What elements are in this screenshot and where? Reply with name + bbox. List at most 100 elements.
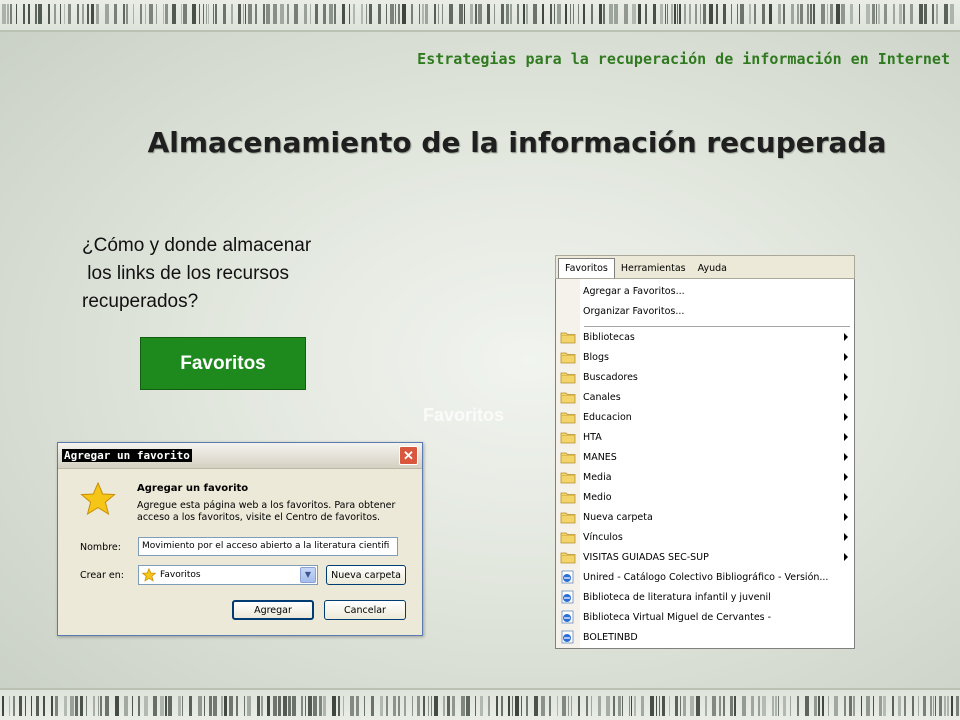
decorative-bar [153,696,157,716]
decorative-bar [434,4,436,24]
decorative-bar [749,4,751,24]
menu-link-item[interactable]: Biblioteca de literatura infantil y juve… [556,587,854,607]
decorative-bar [709,4,713,24]
decorative-bar [464,4,465,24]
decorative-bar [932,4,934,24]
menu-folder-item[interactable]: VISITAS GUIADAS SEC-SUP [556,547,854,567]
menubar-favoritos[interactable]: Favoritos [558,258,615,278]
decorative-bar [172,4,176,24]
menu-folder-item[interactable]: Canales [556,387,854,407]
menu-action-1[interactable]: Organizar Favoritos... [556,301,854,321]
add-button[interactable]: Agregar [232,600,314,620]
menu-link-item[interactable]: Unired - Catálogo Colectivo Bibliográfic… [556,567,854,587]
decorative-bar [160,696,164,716]
name-label: Nombre: [80,542,121,553]
decorative-bar [669,696,670,716]
decorative-bar [182,696,183,716]
menu-folder-item[interactable]: Vínculos [556,527,854,547]
decorative-bar [273,696,277,716]
question-line-2: los links de los recursos [82,263,289,284]
decorative-bar [199,4,200,24]
decorative-bar [790,696,791,716]
menu-folder-item[interactable]: Media [556,467,854,487]
create-in-select[interactable]: Favoritos ▼ [138,565,318,585]
decorative-bar [778,4,781,24]
folder-icon [560,470,576,484]
decorative-bar [231,4,233,24]
decorative-bar [512,696,513,716]
decorative-bar [244,696,245,716]
favorites-dropdown: Agregar a Favoritos... Organizar Favorito… [555,279,855,649]
name-input[interactable]: Movimiento por el acceso abierto a la li… [138,537,398,556]
menu-action-0[interactable]: Agregar a Favoritos... [556,281,854,301]
favoritos-button[interactable]: Favoritos [140,337,306,390]
decorative-bar [115,696,119,716]
decorative-bar [395,4,396,24]
decorative-bar [338,696,340,716]
menu-folder-item[interactable]: Bibliotecas [556,327,854,347]
decorative-bar [189,696,192,716]
decorative-bar [19,696,22,716]
menu-item-label: Organizar Favoritos... [583,305,685,317]
menu-folder-item[interactable]: Educacion [556,407,854,427]
decorative-bar [425,4,428,24]
decorative-bar [480,696,483,716]
decorative-bar [461,696,465,716]
decorative-bar [449,4,453,24]
decorative-top-strip [0,0,960,30]
decorative-bar [48,4,50,24]
menu-folder-item[interactable]: MANES [556,447,854,467]
decorative-bar [526,696,528,716]
menubar-ayuda[interactable]: Ayuda [692,259,733,278]
menu-folder-item[interactable]: Blogs [556,347,854,367]
decorative-bar [861,696,862,716]
menu-folder-item[interactable]: Buscadores [556,367,854,387]
decorative-bar [730,696,733,716]
decorative-bar [751,696,754,716]
decorative-bar [550,4,552,24]
decorative-bar [549,696,551,716]
cancel-button[interactable]: Cancelar [324,600,406,620]
decorative-bar [866,4,870,24]
decorative-bar [667,4,668,24]
decorative-bar [261,696,263,716]
decorative-bar [510,4,512,24]
chevron-down-icon[interactable]: ▼ [300,567,316,583]
decorative-bar [813,4,815,24]
decorative-bar [105,696,109,716]
menu-folder-item[interactable]: Nueva carpeta [556,507,854,527]
folder-icon [560,430,576,444]
dialog-titlebar[interactable]: Agregar un favorito ✕ [58,443,422,469]
decorative-bar [578,696,580,716]
menubar-herramientas[interactable]: Herramientas [615,259,692,278]
decorative-bar [899,4,902,24]
decorative-bar [208,4,209,24]
decorative-bar [944,696,946,716]
decorative-bar [87,4,89,24]
new-folder-button[interactable]: Nueva carpeta [326,565,406,585]
menu-link-item[interactable]: BOLETINBD [556,627,854,647]
decorative-bar [343,696,344,716]
decorative-bar [393,696,396,716]
menu-link-item[interactable]: Biblioteca Virtual Miguel de Cervantes - [556,607,854,627]
decorative-bar [850,4,853,24]
decorative-bar [263,4,265,24]
decorative-bar [659,696,660,716]
decorative-bar [734,696,736,716]
decorative-bar [828,696,829,716]
decorative-bar [892,696,894,716]
decorative-bar [742,696,746,716]
decorative-bar [206,4,207,24]
menu-folder-item[interactable]: HTA [556,427,854,447]
decorative-bar [554,4,555,24]
decorative-bar [386,696,388,716]
decorative-bar [696,696,700,716]
decorative-bar [517,4,519,24]
close-button[interactable]: ✕ [399,446,418,465]
decorative-bar [361,4,363,24]
menu-folder-item[interactable]: Medio [556,487,854,507]
decorative-bar [933,696,934,716]
decorative-bar [679,4,681,24]
decorative-bar [38,4,42,24]
decorative-bar [305,696,306,716]
